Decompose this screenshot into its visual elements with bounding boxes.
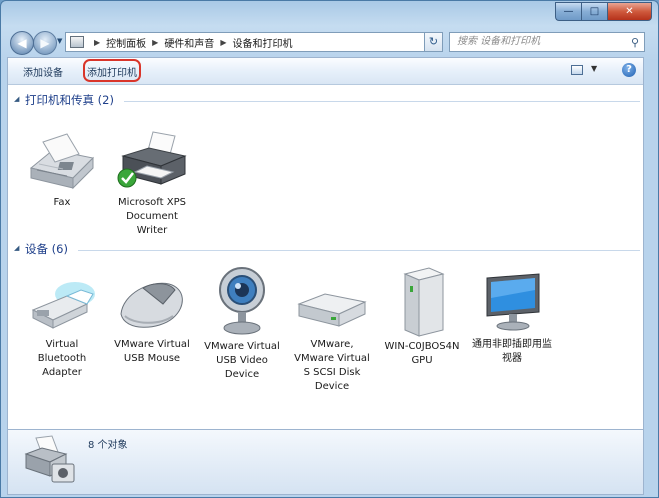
view-dropdown-icon[interactable]: ▼ <box>591 64 597 73</box>
device-label: Microsoft XPS Document Writer <box>118 197 186 236</box>
breadcrumb-control-panel[interactable]: 控制面板 <box>106 35 146 50</box>
divider <box>124 101 640 102</box>
chevron-right-icon[interactable]: ▶ <box>152 38 158 47</box>
usb-bluetooth-icon <box>31 282 95 329</box>
device-usb-video[interactable]: VMware Virtual USB Video Device <box>201 264 283 382</box>
content-pane: 添加设备 添加打印机 ▼ ? ◢ 打印机和传真 (2) Fax Microsof… <box>7 57 644 429</box>
collapse-arrow-icon[interactable]: ◢ <box>14 244 19 252</box>
search-placeholder: 搜索 设备和打印机 <box>457 36 541 47</box>
device-label: VMware Virtual USB Mouse <box>114 339 190 364</box>
monitor-icon <box>486 273 540 331</box>
maximize-button[interactable]: □ <box>581 2 607 21</box>
command-bar: 添加设备 添加打印机 ▼ ? <box>8 58 643 85</box>
search-icon[interactable]: ⚲ <box>631 34 639 52</box>
mouse-icon <box>120 282 183 328</box>
breadcrumb-hardware-sound[interactable]: 硬件和声音 <box>164 35 214 50</box>
change-view-icon[interactable] <box>571 65 583 75</box>
device-fax[interactable]: Fax <box>21 128 103 210</box>
computer-tower-icon <box>403 267 445 337</box>
navigation-bar: ◀ ▶ ▼ ▶ 控制面板 ▶ 硬件和声音 ▶ 设备和打印机 ▼ ↻ 搜索 设备和… <box>1 29 658 57</box>
search-input[interactable]: 搜索 设备和打印机 ⚲ <box>449 32 645 52</box>
device-label: VMware, VMware Virtual S SCSI Disk Devic… <box>294 339 370 392</box>
chevron-right-icon[interactable]: ▶ <box>220 38 226 47</box>
webcam-icon <box>219 267 265 335</box>
device-scsi-disk[interactable]: VMware, VMware Virtual S SCSI Disk Devic… <box>291 270 373 394</box>
disk-drive-icon <box>297 293 367 327</box>
details-pane: 8 个对象 <box>7 429 644 495</box>
refresh-button[interactable]: ↻ <box>424 32 443 52</box>
group-devices-title: 设备 (6) <box>25 242 68 256</box>
recent-pages-dropdown[interactable]: ▼ <box>57 37 62 45</box>
address-bar[interactable]: ▶ 控制面板 ▶ 硬件和声音 ▶ 设备和打印机 ▼ <box>65 32 439 52</box>
window: — □ ✕ ◀ ▶ ▼ ▶ 控制面板 ▶ 硬件和声音 ▶ 设备和打印机 ▼ ↻ … <box>0 0 659 498</box>
device-label: Fax <box>53 197 71 208</box>
printer-camera-icon <box>24 435 75 483</box>
chevron-right-icon[interactable]: ▶ <box>94 38 100 47</box>
device-xps-writer[interactable]: Microsoft XPS Document Writer <box>111 128 193 238</box>
control-panel-icon <box>70 36 84 48</box>
device-bluetooth-adapter[interactable]: Virtual Bluetooth Adapter <box>21 270 103 380</box>
printer-icon <box>117 131 187 188</box>
close-button[interactable]: ✕ <box>607 2 652 21</box>
group-printers-header[interactable]: ◢ 打印机和传真 (2) <box>14 92 640 108</box>
group-devices-header[interactable]: ◢ 设备 (6) <box>14 241 640 257</box>
device-label: 通用非即插即用监视器 <box>472 339 552 364</box>
device-label: Virtual Bluetooth Adapter <box>37 339 87 378</box>
help-button[interactable]: ? <box>622 63 636 77</box>
breadcrumb-devices-printers[interactable]: 设备和打印机 <box>232 35 292 50</box>
device-usb-mouse[interactable]: VMware Virtual USB Mouse <box>111 270 193 366</box>
device-monitor[interactable]: 通用非即插即用监视器 <box>471 270 553 366</box>
add-printer-button[interactable]: 添加打印机 <box>87 64 137 79</box>
title-buttons: — □ ✕ <box>555 2 652 21</box>
minimize-button[interactable]: — <box>555 2 581 21</box>
back-button[interactable]: ◀ <box>10 31 34 55</box>
forward-button[interactable]: ▶ <box>33 31 57 55</box>
collapse-arrow-icon[interactable]: ◢ <box>14 95 19 103</box>
object-count: 8 个对象 <box>88 440 128 451</box>
add-device-button[interactable]: 添加设备 <box>23 64 63 79</box>
device-computer[interactable]: WIN-C0JBOS4N GPU <box>381 264 463 368</box>
fax-icon <box>29 133 95 190</box>
group-printers-title: 打印机和传真 (2) <box>25 93 114 107</box>
device-label: VMware Virtual USB Video Device <box>204 341 280 380</box>
divider <box>78 250 640 251</box>
device-label: WIN-C0JBOS4N GPU <box>384 341 460 366</box>
